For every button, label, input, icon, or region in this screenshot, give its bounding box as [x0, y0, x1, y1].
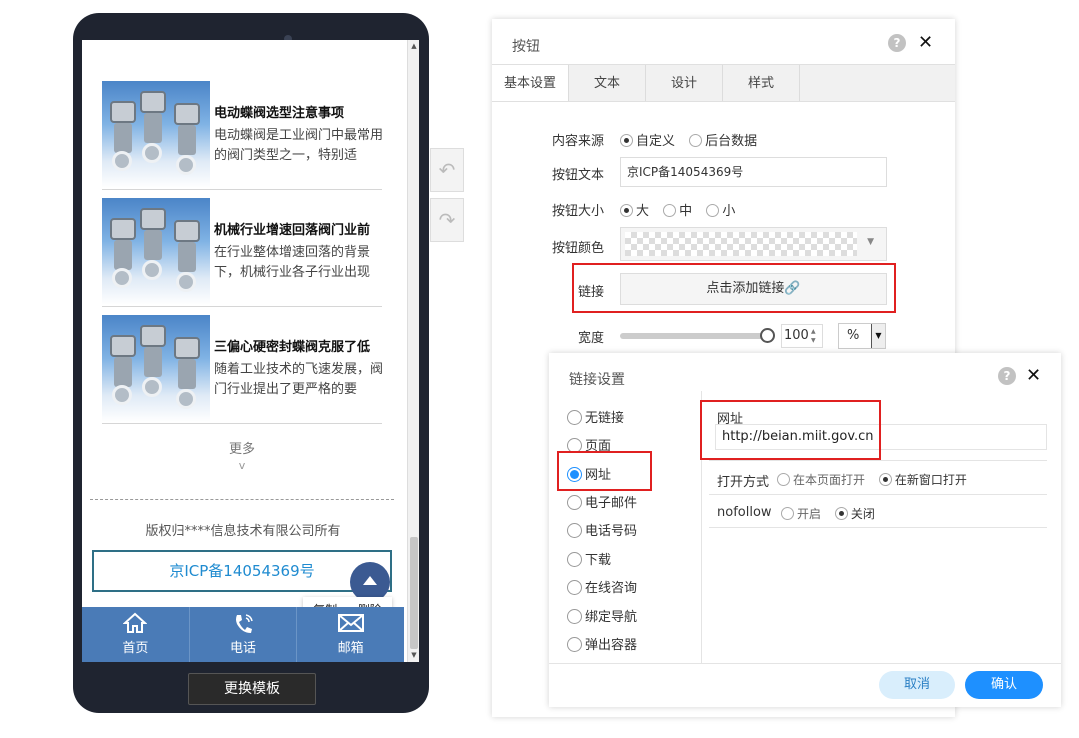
phone-scrollbar[interactable]: ▲ ▼: [407, 40, 419, 662]
phone-screen: 电动蝶阀选型注意事项 电动蝶阀是工业阀门中最常用的阀门类型之一，特别适 机械行业…: [82, 40, 419, 662]
more-label: 更多: [228, 442, 255, 457]
tab-text[interactable]: 文本: [569, 65, 646, 101]
change-template-button[interactable]: 更换模板: [188, 673, 316, 705]
link-option-chat[interactable]: 在线咨询: [567, 577, 637, 596]
open-mode-radios: 在本页面打开 在新窗口打开: [777, 471, 977, 488]
radio-nofollow-off[interactable]: 关闭: [834, 507, 875, 521]
highlight-box: [557, 451, 652, 491]
undo-icon[interactable]: ↶: [430, 148, 464, 192]
button-color-label: 按钮颜色: [551, 241, 604, 256]
help-icon[interactable]: ?: [888, 34, 906, 52]
radio-large[interactable]: 大: [620, 204, 649, 219]
button-size-label: 按钮大小: [551, 204, 604, 219]
radio-new-window[interactable]: 在新窗口打开: [878, 473, 967, 487]
button-size-radios: 大 中 小: [620, 200, 745, 219]
highlight-box: [700, 400, 881, 460]
radio-nofollow-on[interactable]: 开启: [781, 507, 821, 521]
link-option-popup[interactable]: 弹出容器: [567, 634, 637, 653]
close-icon[interactable]: ✕: [918, 34, 933, 52]
radio-same-window[interactable]: 在本页面打开: [777, 473, 865, 487]
help-icon[interactable]: ?: [998, 367, 1016, 385]
news-desc: 随着工业技术的飞速发展，阀门行业提出了更严格的要: [214, 362, 384, 397]
divider: [709, 527, 1047, 528]
cancel-button[interactable]: 取消: [879, 671, 955, 699]
news-thumbnail: [102, 198, 210, 305]
scroll-thumb[interactable]: [410, 537, 418, 649]
caret-down-icon: ▼: [871, 324, 885, 348]
more-link[interactable]: 更多 v: [102, 438, 382, 473]
content-source-label: 内容来源: [551, 134, 604, 149]
nofollow-radios: 开启 关闭: [781, 505, 885, 522]
panel-title: 按钮: [512, 39, 540, 55]
news-item[interactable]: 机械行业增速回落阀门业前 在行业整体增速回落的背景下，机械行业各子行业出现: [102, 197, 382, 307]
tab-label: 首页: [122, 641, 149, 656]
caret-down-icon: ▼: [867, 237, 874, 247]
scroll-down-icon[interactable]: ▼: [410, 651, 418, 659]
news-title[interactable]: 机械行业增速回落阀门业前: [214, 219, 386, 238]
link-settings-dialog: 链接设置 ? ✕ 无链接 页面 网址 电子邮件 电话号码 下载 在线咨询 绑定导…: [549, 353, 1061, 707]
radio-medium[interactable]: 中: [663, 204, 692, 219]
news-thumbnail: [102, 315, 210, 422]
open-mode-label: 打开方式: [717, 475, 770, 490]
phone-preview: 电动蝶阀选型注意事项 电动蝶阀是工业阀门中最常用的阀门类型之一，特别适 机械行业…: [73, 13, 429, 713]
tab-basic[interactable]: 基本设置: [492, 65, 569, 101]
chevron-down-icon: v: [238, 459, 246, 472]
tab-mail[interactable]: 邮箱: [297, 607, 404, 662]
slider-knob[interactable]: [760, 328, 775, 343]
confirm-button[interactable]: 确认: [965, 671, 1043, 699]
news-item[interactable]: 三偏心硬密封蝶阀克服了低 随着工业技术的飞速发展，阀门行业提出了更严格的要: [102, 314, 384, 424]
stepper-icon[interactable]: ▲ ▼: [811, 327, 821, 345]
transparent-swatch: [625, 232, 857, 256]
news-desc: 电动蝶阀是工业阀门中最常用的阀门类型之一，特别适: [214, 128, 384, 163]
tab-style[interactable]: 样式: [723, 65, 800, 101]
home-icon: [82, 612, 189, 640]
divider: [709, 494, 1047, 495]
highlight-box: [572, 263, 896, 313]
tab-label: 电话: [230, 641, 257, 656]
link-option-none[interactable]: 无链接: [567, 407, 624, 426]
button-text-input[interactable]: 京ICP备14054369号: [620, 157, 887, 187]
link-option-phone[interactable]: 电话号码: [567, 520, 637, 539]
radio-custom[interactable]: 自定义: [620, 134, 675, 149]
scroll-up-icon[interactable]: ▲: [410, 42, 418, 50]
link-option-nav[interactable]: 绑定导航: [567, 606, 637, 625]
width-label: 宽度: [577, 331, 604, 346]
link-option-email[interactable]: 电子邮件: [567, 492, 637, 511]
bottom-tabbar: 首页 电话 邮箱: [82, 607, 404, 662]
tab-label: 邮箱: [337, 641, 364, 656]
button-text-label: 按钮文本: [551, 168, 604, 183]
radio-backend[interactable]: 后台数据: [689, 134, 757, 149]
news-title[interactable]: 三偏心硬密封蝶阀克服了低: [214, 336, 386, 355]
tab-home[interactable]: 首页: [82, 607, 190, 662]
width-slider[interactable]: [620, 328, 775, 343]
icp-button[interactable]: 京ICP备14054369号: [92, 550, 392, 592]
settings-tabs: 基本设置 文本 设计 样式: [492, 64, 955, 102]
mail-icon: [297, 612, 404, 640]
news-title[interactable]: 电动蝶阀选型注意事项: [214, 102, 386, 121]
nofollow-label: nofollow: [717, 505, 772, 520]
width-number-input[interactable]: 100 ▲ ▼: [781, 324, 823, 348]
radio-small[interactable]: 小: [706, 204, 735, 219]
divider: [90, 499, 394, 500]
width-unit-select[interactable]: % ▼: [838, 323, 886, 349]
close-icon[interactable]: ✕: [1026, 367, 1041, 385]
phone-icon: [190, 612, 297, 640]
tab-phone[interactable]: 电话: [190, 607, 298, 662]
redo-icon[interactable]: ↷: [430, 198, 464, 242]
copyright-text: 版权归****信息技术有限公司所有: [145, 524, 341, 539]
tab-design[interactable]: 设计: [646, 65, 723, 101]
color-picker[interactable]: ▼: [620, 227, 887, 261]
link-option-download[interactable]: 下载: [567, 549, 611, 568]
scroll-top-icon[interactable]: [350, 562, 390, 602]
dialog-title: 链接设置: [569, 372, 625, 388]
news-thumbnail: [102, 81, 210, 188]
news-desc: 在行业整体增速回落的背景下，机械行业各子行业出现: [214, 245, 371, 280]
news-item[interactable]: 电动蝶阀选型注意事项 电动蝶阀是工业阀门中最常用的阀门类型之一，特别适: [102, 80, 384, 190]
content-source-radios: 自定义 后台数据: [620, 130, 767, 149]
divider: [709, 460, 1047, 461]
